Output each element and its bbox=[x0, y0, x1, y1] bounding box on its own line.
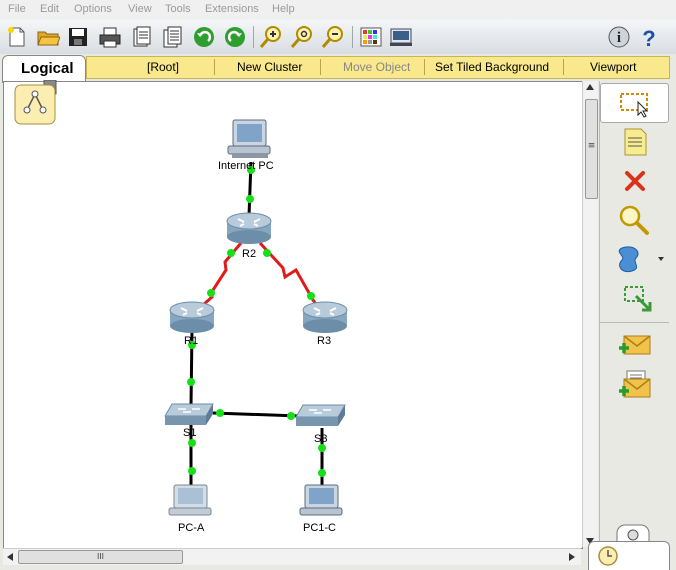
menu-extensions[interactable]: Extensions bbox=[205, 3, 259, 15]
viewport-button[interactable]: Viewport bbox=[590, 60, 636, 74]
common-tools-panel bbox=[599, 81, 669, 547]
menu-view[interactable]: View bbox=[128, 3, 152, 15]
info-icon[interactable]: i bbox=[607, 25, 631, 49]
set-tiled-background-button[interactable]: Set Tiled Background bbox=[435, 60, 549, 74]
device-label-r3: R3 bbox=[317, 335, 332, 347]
print-icon[interactable] bbox=[98, 25, 122, 49]
activity-wizard-icon[interactable] bbox=[130, 25, 154, 49]
redo-icon[interactable] bbox=[223, 25, 247, 49]
select-tool-button[interactable] bbox=[600, 83, 669, 123]
menu-bar: File Edit Options View Tools Extensions … bbox=[0, 0, 676, 20]
resize-icon bbox=[624, 286, 652, 312]
device-label-r2: R2 bbox=[242, 248, 257, 260]
logical-toolbar: [Root] New Cluster Move Object Set Tiled… bbox=[86, 56, 670, 79]
toolbar-divider bbox=[563, 59, 564, 75]
draw-shape-button[interactable] bbox=[600, 239, 667, 277]
root-link[interactable]: [Root] bbox=[147, 60, 179, 74]
toolbar-divider bbox=[214, 59, 215, 75]
device-label-s3: S3 bbox=[314, 433, 328, 445]
panel-divider bbox=[600, 322, 669, 323]
open-folder-icon[interactable] bbox=[36, 25, 60, 49]
toolbar-separator bbox=[253, 26, 254, 48]
new-cluster-button[interactable]: New Cluster bbox=[237, 60, 302, 74]
toolbar-divider bbox=[320, 59, 321, 75]
vertical-scroll-thumb[interactable]: ≡ bbox=[585, 99, 598, 199]
horizontal-scrollbar[interactable]: III bbox=[3, 548, 581, 565]
realtime-mode-tab[interactable] bbox=[588, 541, 670, 570]
scroll-left-arrow[interactable] bbox=[7, 553, 13, 561]
device-dialog-icon[interactable] bbox=[389, 25, 413, 49]
zoom-out-icon[interactable] bbox=[321, 25, 345, 49]
inspect-icon bbox=[619, 205, 649, 235]
place-note-icon bbox=[624, 128, 647, 156]
inspect-button[interactable] bbox=[600, 200, 667, 238]
move-object-button[interactable]: Move Object bbox=[343, 60, 410, 74]
place-note-button[interactable] bbox=[600, 122, 667, 160]
scroll-grip: ≡ bbox=[587, 141, 596, 151]
scroll-grip: III bbox=[96, 552, 105, 561]
vertical-scrollbar[interactable]: ≡ bbox=[582, 81, 598, 547]
dropdown-arrow-icon[interactable] bbox=[658, 257, 664, 261]
new-file-icon[interactable] bbox=[5, 25, 29, 49]
undo-icon[interactable] bbox=[192, 25, 216, 49]
delete-button[interactable] bbox=[600, 161, 667, 199]
clock-icon bbox=[598, 546, 618, 566]
menu-edit[interactable]: Edit bbox=[40, 3, 59, 15]
device-label-s1: S1 bbox=[183, 427, 197, 439]
horizontal-scroll-thumb[interactable]: III bbox=[18, 550, 183, 564]
zoom-in-icon[interactable] bbox=[259, 25, 283, 49]
help-icon[interactable]: ? bbox=[637, 25, 661, 49]
palette-icon[interactable] bbox=[359, 25, 383, 49]
logical-tab[interactable]: Logical bbox=[2, 55, 86, 83]
menu-file[interactable]: File bbox=[8, 3, 26, 15]
device-label-pc-a: PC-A bbox=[178, 522, 205, 534]
main-toolbar: i ? bbox=[0, 20, 676, 55]
resize-shape-button[interactable] bbox=[600, 278, 667, 316]
delete-icon bbox=[625, 171, 645, 191]
menu-help[interactable]: Help bbox=[272, 3, 295, 15]
scroll-up-arrow[interactable] bbox=[586, 84, 594, 90]
scroll-right-arrow[interactable] bbox=[569, 553, 575, 561]
device-label-internet-pc: Internet PC bbox=[218, 160, 274, 172]
svg-text:?: ? bbox=[642, 26, 655, 49]
zoom-reset-icon[interactable] bbox=[290, 25, 314, 49]
menu-tools[interactable]: Tools bbox=[165, 3, 191, 15]
add-complex-pdu-button[interactable] bbox=[600, 364, 667, 402]
select-icon bbox=[620, 93, 649, 118]
device-label-r1: R1 bbox=[184, 335, 199, 347]
add-complex-pdu-icon bbox=[619, 370, 651, 398]
svg-text:i: i bbox=[617, 30, 621, 46]
toolbar-divider bbox=[424, 59, 425, 75]
add-simple-pdu-button[interactable] bbox=[600, 325, 667, 363]
menu-options[interactable]: Options bbox=[74, 3, 112, 15]
pdu-list-icon[interactable] bbox=[161, 25, 185, 49]
toolbar-separator bbox=[352, 26, 353, 48]
add-simple-pdu-icon bbox=[619, 335, 651, 355]
logical-tab-label: Logical bbox=[21, 60, 74, 77]
logical-workspace[interactable] bbox=[3, 81, 583, 549]
draw-shape-icon bbox=[618, 246, 639, 273]
device-label-pc1-c: PC1-C bbox=[303, 522, 337, 534]
cluster-navigation-icon[interactable] bbox=[14, 80, 58, 126]
save-icon[interactable] bbox=[66, 25, 90, 49]
